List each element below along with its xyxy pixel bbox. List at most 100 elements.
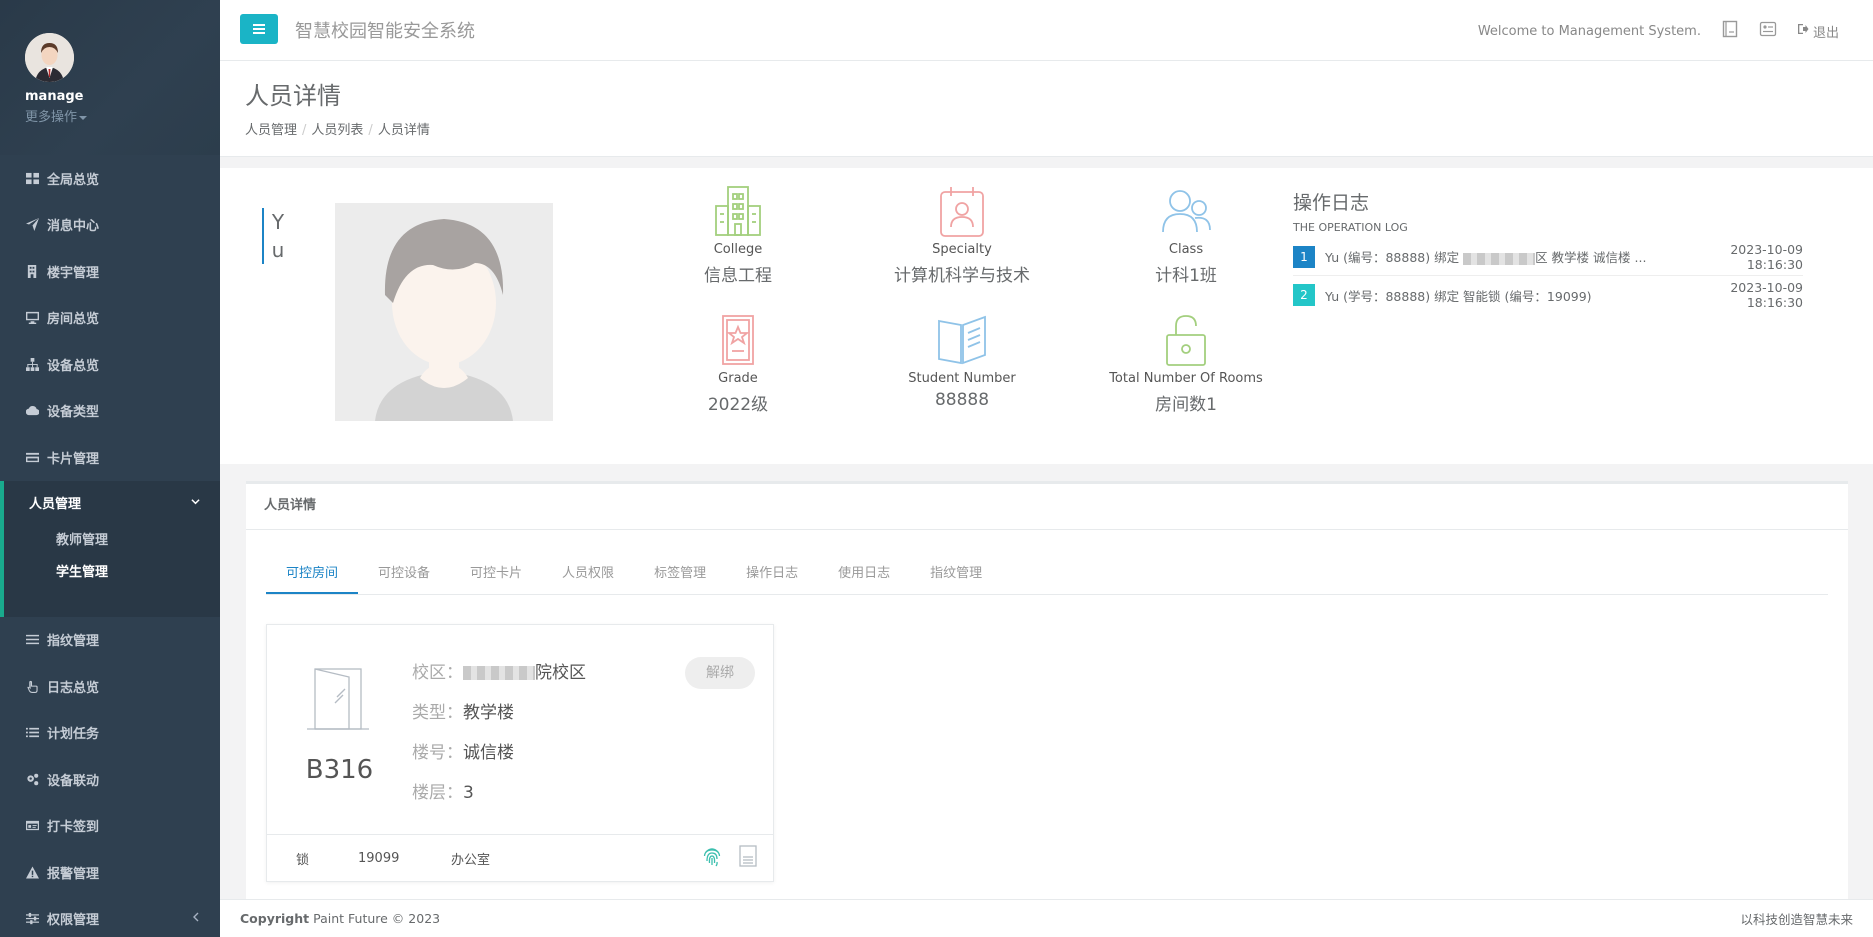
tab-permissions[interactable]: 人员权限: [542, 554, 634, 594]
operation-log-subtitle: THE OPERATION LOG: [1293, 221, 1408, 234]
unbind-button[interactable]: 解绑: [685, 657, 755, 689]
sidebar-item-label: 楼宇管理: [47, 265, 100, 281]
hamburger-icon: [253, 28, 265, 30]
stat-label: College: [713, 242, 763, 257]
fingerprint-icon[interactable]: [701, 845, 723, 871]
more-actions-label: 更多操作: [25, 110, 78, 125]
person-name-char: u: [271, 238, 285, 262]
stat-value: 计科1班: [1155, 266, 1217, 286]
sidebar-item-label: 设备总览: [47, 358, 100, 374]
sidebar-item-checkin[interactable]: 打卡签到: [0, 803, 220, 850]
log-number-badge: 2: [1293, 284, 1315, 306]
stat-student-number: Student Number 88888: [872, 313, 1052, 410]
copyright: Copyright Paint Future © 2023: [240, 911, 440, 926]
operation-log-row[interactable]: 2 Yu (学号：88888) 绑定 智能锁 (编号：19099) 2023-1…: [1293, 276, 1803, 314]
sidebar-item-alarms[interactable]: 报警管理: [0, 849, 220, 896]
operation-log-row[interactable]: 1 Yu (编号：88888) 绑定 区 教学楼 诚信楼 ... 2023-10…: [1293, 238, 1803, 276]
tab-operation-log[interactable]: 操作日志: [726, 554, 818, 594]
stat-grade: Grade 2022级: [648, 313, 828, 415]
monitor-icon: [25, 311, 39, 325]
breadcrumb-item[interactable]: 人员列表: [311, 123, 363, 138]
id-card-icon: [25, 819, 39, 833]
sidebar-item-device-types[interactable]: 设备类型: [0, 388, 220, 435]
sign-out-icon: [1797, 23, 1809, 39]
footer-slogan: 以科技创造智慧未来: [1740, 912, 1853, 927]
building-icon: [711, 184, 765, 238]
room-type: 类型：教学楼: [412, 693, 586, 733]
page-title: 人员详情: [245, 82, 341, 110]
person-name: Y u: [262, 208, 292, 264]
field-value: 3: [463, 783, 474, 803]
breadcrumb-item[interactable]: 人员管理: [245, 123, 297, 138]
tab-controllable-rooms[interactable]: 可控房间: [266, 554, 359, 594]
menu-toggle-button[interactable]: [240, 14, 278, 44]
room-fields: 校区： 院校区 类型：教学楼 楼号：诚信楼 楼层：3: [412, 653, 586, 813]
sidebar-subitem-teachers[interactable]: 教师管理: [56, 525, 220, 557]
sitemap-icon: [25, 357, 39, 371]
tab-fingerprints[interactable]: 指纹管理: [910, 554, 1002, 594]
field-key: 楼号：: [412, 743, 463, 763]
profile-card-icon[interactable]: [1759, 20, 1777, 42]
log-number-badge: 1: [1293, 245, 1315, 268]
warning-icon: [25, 865, 39, 879]
sidebar-item-devices[interactable]: 设备总览: [0, 341, 220, 388]
stat-class: Class 计科1班: [1096, 184, 1276, 286]
notebook-icon[interactable]: [1721, 20, 1739, 42]
operation-log: 操作日志 THE OPERATION LOG 1 Yu (编号：88888) 绑…: [1293, 188, 1803, 314]
stat-label: Total Number Of Rooms: [1109, 371, 1263, 386]
field-key: 楼层：: [412, 783, 463, 803]
room-building: 楼号：诚信楼: [412, 733, 586, 773]
sidebar-item-cards[interactable]: 卡片管理: [0, 434, 220, 481]
sidebar-item-fingerprint[interactable]: 指纹管理: [0, 617, 220, 664]
paper-plane-icon: [25, 218, 39, 232]
page-footer: Copyright Paint Future © 2023 以科技创造智慧未来: [220, 899, 1873, 937]
more-actions-dropdown[interactable]: 更多操作: [25, 106, 220, 125]
breadcrumb-separator: /: [302, 123, 307, 138]
operation-log-list: 1 Yu (编号：88888) 绑定 区 教学楼 诚信楼 ... 2023-10…: [1293, 238, 1803, 314]
sliders-icon: [25, 912, 39, 926]
tab-controllable-devices[interactable]: 可控设备: [358, 554, 450, 594]
top-right-actions: Welcome to Management System. 退出: [1478, 20, 1839, 42]
certificate-icon: [711, 313, 765, 367]
tab-usage-log[interactable]: 使用日志: [818, 554, 910, 594]
sidebar-subitem-students[interactable]: 学生管理: [56, 557, 220, 589]
sidebar-item-messages[interactable]: 消息中心: [0, 202, 220, 249]
sidebar-item-overview[interactable]: 全局总览: [0, 155, 220, 202]
user-avatar[interactable]: [25, 33, 74, 82]
tab-tags[interactable]: 标签管理: [634, 554, 726, 594]
sidebar-item-label: 日志总览: [47, 680, 100, 696]
stat-value: 信息工程: [704, 266, 772, 286]
sidebar-item-logs[interactable]: 日志总览: [0, 663, 220, 710]
sidebar-item-tasks[interactable]: 计划任务: [0, 710, 220, 757]
copyright-label: Copyright: [240, 911, 310, 926]
person-info-panel: Y u College 信息工程 Specialty 计算机科学与技术 Clas…: [220, 168, 1873, 464]
room-card-footer: 锁 19099 办公室: [267, 834, 773, 881]
redacted-block: [1463, 252, 1536, 265]
card-reader-icon[interactable]: [738, 845, 758, 871]
sidebar-item-linkage[interactable]: 设备联动: [0, 756, 220, 803]
sidebar-submenu: 教师管理 学生管理: [4, 525, 220, 589]
sidebar-item-label: 设备类型: [47, 405, 100, 421]
sidebar-item-personnel-header[interactable]: 人员管理: [4, 481, 220, 525]
door-icon: [307, 667, 369, 733]
users-icon: [1159, 184, 1213, 238]
log-text-start: Yu (编号：88888) 绑定: [1325, 250, 1460, 265]
log-text: Yu (学号：88888) 绑定 智能锁 (编号：19099): [1325, 288, 1592, 304]
id-badge-icon: [935, 184, 989, 238]
credit-card-icon: [25, 450, 39, 464]
tab-controllable-cards[interactable]: 可控卡片: [450, 554, 542, 594]
list-icon: [25, 633, 39, 647]
caret-down-icon: [79, 115, 88, 120]
sidebar-item-label: 权限管理: [47, 913, 100, 929]
profile-panel: manage 更多操作: [0, 0, 220, 155]
breadcrumb-separator: /: [368, 123, 373, 138]
sidebar-item-rooms[interactable]: 房间总览: [0, 295, 220, 342]
stat-value: 2022级: [707, 395, 769, 415]
field-key: 校区：: [412, 663, 463, 683]
logout-button[interactable]: 退出: [1797, 22, 1839, 41]
stat-value: 计算机科学与技术: [894, 266, 1030, 286]
sidebar-item-buildings[interactable]: 楼宇管理: [0, 248, 220, 295]
sidebar-item-label: 计划任务: [47, 727, 100, 743]
sidebar-item-permissions[interactable]: 权限管理: [0, 896, 220, 937]
breadcrumb: 人员管理 / 人员列表 / 人员详情: [245, 119, 1848, 138]
